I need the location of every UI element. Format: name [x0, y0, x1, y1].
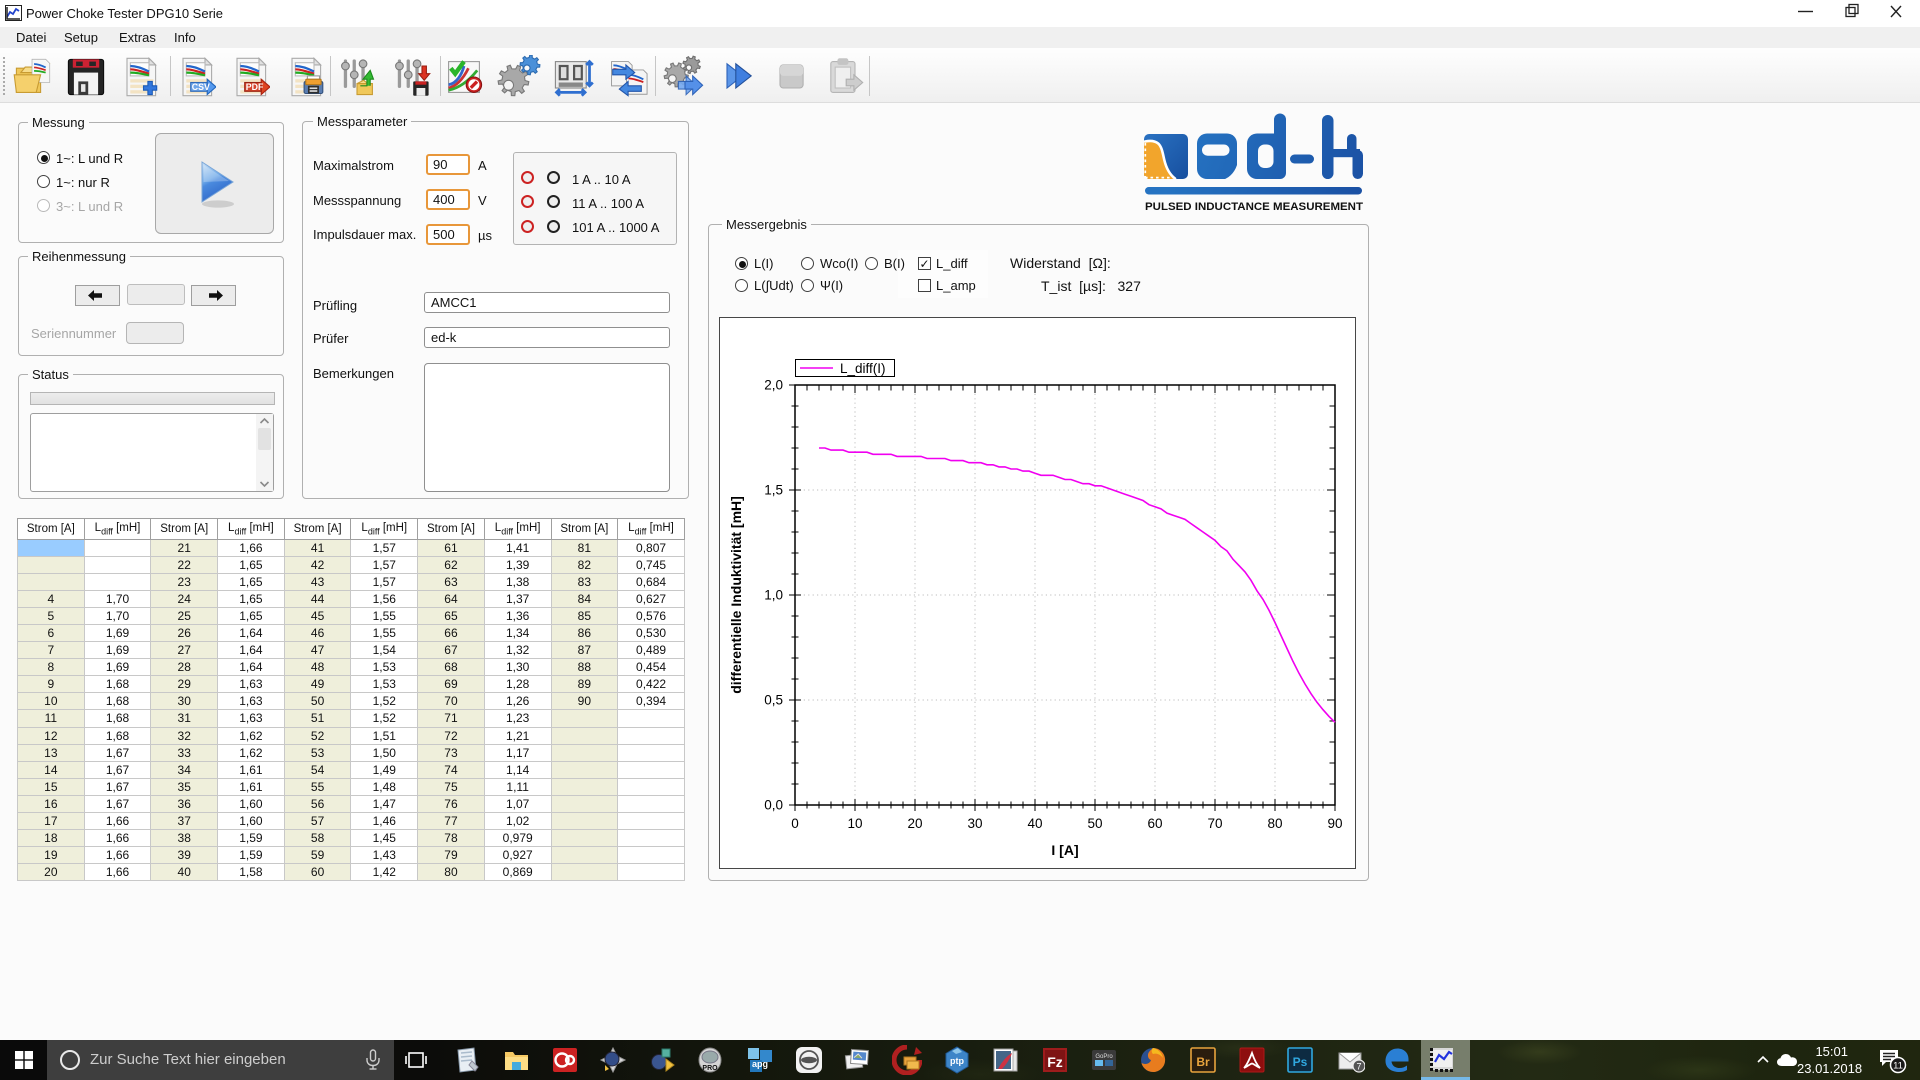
svg-text:Ps: Ps — [1293, 1055, 1308, 1069]
svg-text:1,0: 1,0 — [764, 588, 783, 603]
svg-text:differentielle Induktivität [m: differentielle Induktivität [mH] — [728, 496, 744, 694]
svg-text:0,0: 0,0 — [764, 798, 783, 813]
svg-text:I [A]: I [A] — [1051, 842, 1078, 858]
svg-text:L_diff(I): L_diff(I) — [840, 361, 886, 376]
svg-text:30: 30 — [967, 816, 982, 831]
svg-text:Br: Br — [1196, 1055, 1210, 1069]
svg-text:apg: apg — [752, 1059, 768, 1069]
svg-text:50: 50 — [1087, 816, 1102, 831]
svg-text:80: 80 — [1267, 816, 1282, 831]
svg-text:PRO: PRO — [702, 1065, 718, 1072]
svg-text:40: 40 — [1027, 816, 1042, 831]
svg-text:0: 0 — [791, 816, 799, 831]
svg-text:GoPro: GoPro — [1095, 1054, 1113, 1060]
svg-text:PULSED INDUCTANCE MEASUREMENT: PULSED INDUCTANCE MEASUREMENT — [1145, 201, 1363, 213]
svg-text:ptp: ptp — [950, 1056, 964, 1066]
svg-text:0,5: 0,5 — [764, 693, 783, 708]
svg-text:60: 60 — [1147, 816, 1162, 831]
svg-text:2,0: 2,0 — [764, 378, 783, 393]
svg-text:90: 90 — [1327, 816, 1342, 831]
svg-text:10: 10 — [847, 816, 862, 831]
svg-text:1,5: 1,5 — [764, 483, 783, 498]
svg-text:7: 7 — [1356, 1062, 1361, 1072]
svg-text:20: 20 — [907, 816, 922, 831]
svg-text:Fz: Fz — [1047, 1054, 1063, 1070]
svg-text:11: 11 — [1893, 1061, 1903, 1072]
svg-text:70: 70 — [1207, 816, 1222, 831]
svg-text:CSV: CSV — [192, 82, 210, 92]
svg-text:PDF: PDF — [246, 82, 264, 92]
